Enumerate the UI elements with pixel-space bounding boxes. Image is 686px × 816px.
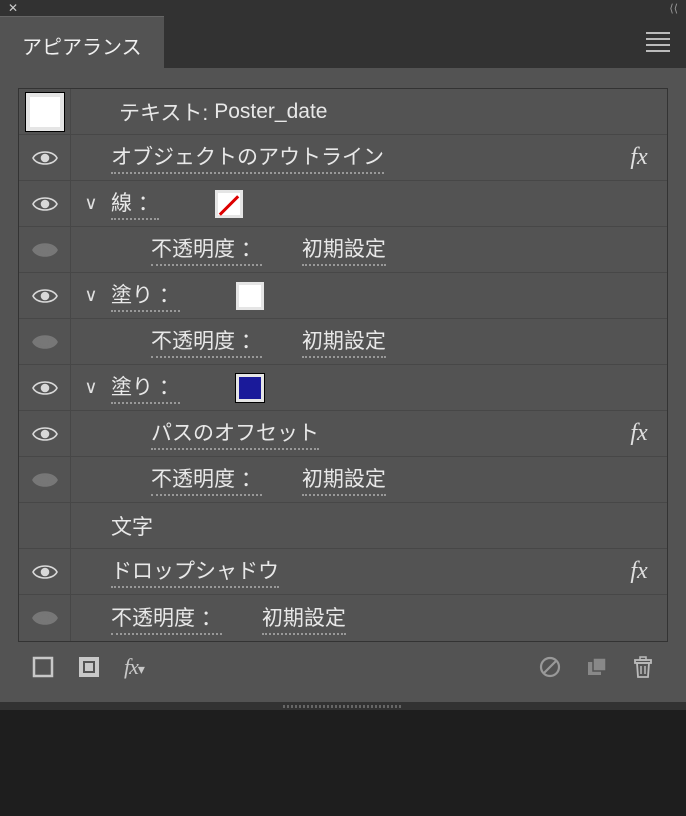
add-effect-button[interactable]: fx▾ bbox=[124, 654, 144, 680]
new-stroke-icon[interactable] bbox=[32, 656, 54, 678]
visibility-icon[interactable] bbox=[32, 195, 58, 213]
characters-label: 文字 bbox=[111, 511, 153, 541]
tab-row: アピアランス bbox=[0, 16, 686, 68]
close-icon[interactable]: ✕ bbox=[8, 1, 18, 15]
fx-badge[interactable]: fx bbox=[611, 558, 667, 585]
visibility-icon-dim[interactable] bbox=[32, 609, 58, 627]
opacity-label: 不透明度 ： bbox=[151, 463, 262, 496]
titlebar: ✕ ⟨⟨ bbox=[0, 0, 686, 16]
row-overall-opacity[interactable]: 不透明度 ： 初期設定 bbox=[19, 595, 667, 641]
path-offset-label: パスのオフセット bbox=[151, 417, 319, 450]
visibility-icon[interactable] bbox=[32, 149, 58, 167]
opacity-value: 初期設定 bbox=[302, 233, 386, 266]
fx-badge[interactable]: fx bbox=[611, 420, 667, 447]
row-stroke[interactable]: ∨ 線 ： bbox=[19, 181, 667, 227]
visibility-icon[interactable] bbox=[32, 379, 58, 397]
fill-swatch-white[interactable] bbox=[236, 282, 264, 310]
row-characters[interactable]: 文字 bbox=[19, 503, 667, 549]
drop-shadow-label: ドロップシャドウ bbox=[111, 555, 279, 588]
opacity-value: 初期設定 bbox=[302, 463, 386, 496]
visibility-icon-dim[interactable] bbox=[32, 241, 58, 259]
row-fill-2[interactable]: ∨ 塗り ： bbox=[19, 365, 667, 411]
visibility-icon[interactable] bbox=[32, 425, 58, 443]
delete-item-icon[interactable] bbox=[632, 655, 654, 679]
row-fill-1[interactable]: ∨ 塗り ： bbox=[19, 273, 667, 319]
opacity-value: 初期設定 bbox=[302, 325, 386, 358]
fill-swatch-blue[interactable] bbox=[236, 374, 264, 402]
chevron-down-icon[interactable]: ∨ bbox=[84, 377, 97, 398]
resize-grip[interactable] bbox=[0, 702, 686, 710]
row-fill2-opacity[interactable]: 不透明度 ： 初期設定 bbox=[19, 457, 667, 503]
fx-badge[interactable]: fx bbox=[611, 144, 667, 171]
object-title-name: Poster_date bbox=[214, 100, 327, 124]
panel-menu-icon[interactable] bbox=[646, 16, 670, 68]
tab-appearance[interactable]: アピアランス bbox=[0, 16, 164, 68]
row-drop-shadow[interactable]: ドロップシャドウ fx bbox=[19, 549, 667, 595]
visibility-icon[interactable] bbox=[32, 563, 58, 581]
opacity-value: 初期設定 bbox=[262, 602, 346, 635]
appearance-list: テキスト: Poster_date オブジェクトのアウトライン fx bbox=[18, 88, 668, 642]
row-stroke-opacity[interactable]: 不透明度 ： 初期設定 bbox=[19, 227, 667, 273]
duplicate-item-icon[interactable] bbox=[586, 656, 608, 678]
opacity-label: 不透明度 ： bbox=[151, 233, 262, 266]
new-fill-icon[interactable] bbox=[78, 656, 100, 678]
row-outline-object[interactable]: オブジェクトのアウトライン fx bbox=[19, 135, 667, 181]
visibility-icon-dim[interactable] bbox=[32, 471, 58, 489]
object-thumbnail bbox=[26, 93, 64, 131]
fill-label: 塗り ： bbox=[111, 371, 180, 404]
stroke-label: 線 ： bbox=[111, 187, 159, 220]
opacity-label: 不透明度 ： bbox=[111, 602, 222, 635]
chevron-down-icon[interactable]: ∨ bbox=[84, 285, 97, 306]
panel-body: テキスト: Poster_date オブジェクトのアウトライン fx bbox=[0, 68, 686, 702]
visibility-icon[interactable] bbox=[32, 287, 58, 305]
outline-object-label: オブジェクトのアウトライン bbox=[111, 141, 384, 174]
clear-appearance-icon[interactable] bbox=[538, 655, 562, 679]
stroke-swatch-none[interactable] bbox=[215, 190, 243, 218]
row-object-header[interactable]: テキスト: Poster_date bbox=[19, 89, 667, 135]
visibility-icon-dim[interactable] bbox=[32, 333, 58, 351]
fill-label: 塗り ： bbox=[111, 279, 180, 312]
chevron-down-icon[interactable]: ∨ bbox=[84, 193, 97, 214]
appearance-panel-window: ✕ ⟨⟨ アピアランス テキスト: Poster_date bbox=[0, 0, 686, 816]
row-fill1-opacity[interactable]: 不透明度 ： 初期設定 bbox=[19, 319, 667, 365]
object-title-prefix: テキスト: bbox=[119, 97, 208, 127]
row-path-offset[interactable]: パスのオフセット fx bbox=[19, 411, 667, 457]
panel-footer: fx▾ bbox=[18, 642, 668, 692]
collapse-icon[interactable]: ⟨⟨ bbox=[669, 2, 678, 15]
opacity-label: 不透明度 ： bbox=[151, 325, 262, 358]
